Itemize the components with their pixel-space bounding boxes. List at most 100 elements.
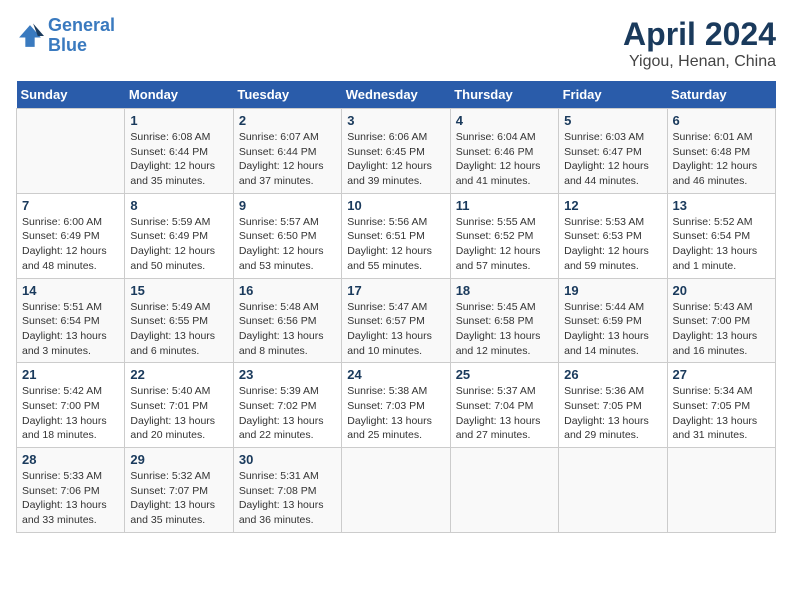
day-info: Sunrise: 5:42 AM Sunset: 7:00 PM Dayligh… (22, 384, 119, 443)
logo-icon (16, 22, 44, 50)
calendar-cell: 1 Sunrise: 6:08 AM Sunset: 6:44 PM Daylig… (125, 109, 233, 194)
calendar-cell: 17 Sunrise: 5:47 AM Sunset: 6:57 PM Dayli… (342, 278, 450, 363)
calendar-cell: 27 Sunrise: 5:34 AM Sunset: 7:05 PM Dayli… (667, 363, 775, 448)
day-number: 1 (130, 113, 227, 128)
calendar-cell: 20 Sunrise: 5:43 AM Sunset: 7:00 PM Dayli… (667, 278, 775, 363)
calendar-week-5: 28 Sunrise: 5:33 AM Sunset: 7:06 PM Dayli… (17, 448, 776, 533)
day-number: 5 (564, 113, 661, 128)
day-info: Sunrise: 6:01 AM Sunset: 6:48 PM Dayligh… (673, 130, 770, 189)
calendar-cell: 8Sunrise: 5:59 AM Sunset: 6:49 PM Daylig… (125, 193, 233, 278)
calendar-cell: 10 Sunrise: 5:56 AM Sunset: 6:51 PM Dayli… (342, 193, 450, 278)
logo: General Blue (16, 16, 115, 56)
day-info: Sunrise: 5:53 AM Sunset: 6:53 PM Dayligh… (564, 215, 661, 274)
calendar-cell: 16Sunrise: 5:48 AM Sunset: 6:56 PM Dayli… (233, 278, 341, 363)
calendar-cell: 12 Sunrise: 5:53 AM Sunset: 6:53 PM Dayli… (559, 193, 667, 278)
day-number: 22 (130, 367, 227, 382)
calendar-cell: 23 Sunrise: 5:39 AM Sunset: 7:02 PM Dayli… (233, 363, 341, 448)
calendar-cell: 21 Sunrise: 5:42 AM Sunset: 7:00 PM Dayli… (17, 363, 125, 448)
day-info: Sunrise: 6:00 AM Sunset: 6:49 PM Dayligh… (22, 215, 119, 274)
calendar-cell: 3 Sunrise: 6:06 AM Sunset: 6:45 PM Daylig… (342, 109, 450, 194)
day-info: Sunrise: 5:37 AM Sunset: 7:04 PM Dayligh… (456, 384, 553, 443)
day-info: Sunrise: 5:32 AM Sunset: 7:07 PM Dayligh… (130, 469, 227, 528)
day-number: 3 (347, 113, 444, 128)
calendar-cell: 6Sunrise: 6:01 AM Sunset: 6:48 PM Daylig… (667, 109, 775, 194)
calendar-cell: 11 Sunrise: 5:55 AM Sunset: 6:52 PM Dayli… (450, 193, 558, 278)
page-header: General Blue April 2024 Yigou, Henan, Ch… (16, 16, 776, 71)
day-number: 21 (22, 367, 119, 382)
calendar-cell: 4 Sunrise: 6:04 AM Sunset: 6:46 PM Daylig… (450, 109, 558, 194)
calendar-week-3: 14 Sunrise: 5:51 AM Sunset: 6:54 PM Dayli… (17, 278, 776, 363)
logo-line1: General (48, 15, 115, 35)
calendar-cell: 22 Sunrise: 5:40 AM Sunset: 7:01 PM Dayli… (125, 363, 233, 448)
header-day-monday: Monday (125, 81, 233, 109)
day-number: 29 (130, 452, 227, 467)
day-number: 19 (564, 283, 661, 298)
day-info: Sunrise: 5:38 AM Sunset: 7:03 PM Dayligh… (347, 384, 444, 443)
day-number: 11 (456, 198, 553, 213)
calendar-cell (342, 448, 450, 533)
calendar-cell: 9 Sunrise: 5:57 AM Sunset: 6:50 PM Daylig… (233, 193, 341, 278)
day-info: Sunrise: 5:40 AM Sunset: 7:01 PM Dayligh… (130, 384, 227, 443)
day-number: 23 (239, 367, 336, 382)
calendar-week-1: 1 Sunrise: 6:08 AM Sunset: 6:44 PM Daylig… (17, 109, 776, 194)
logo-line2: Blue (48, 35, 87, 55)
day-number: 12 (564, 198, 661, 213)
day-info: Sunrise: 5:49 AM Sunset: 6:55 PM Dayligh… (130, 300, 227, 359)
header-day-friday: Friday (559, 81, 667, 109)
day-info: Sunrise: 6:04 AM Sunset: 6:46 PM Dayligh… (456, 130, 553, 189)
day-info: Sunrise: 5:33 AM Sunset: 7:06 PM Dayligh… (22, 469, 119, 528)
header-day-saturday: Saturday (667, 81, 775, 109)
day-number: 14 (22, 283, 119, 298)
day-info: Sunrise: 5:48 AM Sunset: 6:56 PM Dayligh… (239, 300, 336, 359)
day-info: Sunrise: 6:08 AM Sunset: 6:44 PM Dayligh… (130, 130, 227, 189)
main-title: April 2024 (623, 16, 776, 53)
day-number: 26 (564, 367, 661, 382)
day-info: Sunrise: 6:03 AM Sunset: 6:47 PM Dayligh… (564, 130, 661, 189)
day-number: 28 (22, 452, 119, 467)
day-number: 10 (347, 198, 444, 213)
day-number: 2 (239, 113, 336, 128)
day-number: 4 (456, 113, 553, 128)
day-number: 25 (456, 367, 553, 382)
day-number: 18 (456, 283, 553, 298)
day-number: 24 (347, 367, 444, 382)
day-info: Sunrise: 6:06 AM Sunset: 6:45 PM Dayligh… (347, 130, 444, 189)
day-number: 20 (673, 283, 770, 298)
calendar-cell (450, 448, 558, 533)
title-block: April 2024 Yigou, Henan, China (623, 16, 776, 71)
calendar-week-2: 7 Sunrise: 6:00 AM Sunset: 6:49 PM Daylig… (17, 193, 776, 278)
subtitle: Yigou, Henan, China (623, 53, 776, 71)
day-info: Sunrise: 5:47 AM Sunset: 6:57 PM Dayligh… (347, 300, 444, 359)
calendar-cell: 19 Sunrise: 5:44 AM Sunset: 6:59 PM Dayli… (559, 278, 667, 363)
day-info: Sunrise: 5:56 AM Sunset: 6:51 PM Dayligh… (347, 215, 444, 274)
calendar-table: SundayMondayTuesdayWednesdayThursdayFrid… (16, 81, 776, 533)
day-info: Sunrise: 5:31 AM Sunset: 7:08 PM Dayligh… (239, 469, 336, 528)
calendar-cell: 18 Sunrise: 5:45 AM Sunset: 6:58 PM Dayli… (450, 278, 558, 363)
day-info: Sunrise: 5:45 AM Sunset: 6:58 PM Dayligh… (456, 300, 553, 359)
calendar-cell: 5 Sunrise: 6:03 AM Sunset: 6:47 PM Daylig… (559, 109, 667, 194)
calendar-cell: 30Sunrise: 5:31 AM Sunset: 7:08 PM Dayli… (233, 448, 341, 533)
day-info: Sunrise: 5:55 AM Sunset: 6:52 PM Dayligh… (456, 215, 553, 274)
day-info: Sunrise: 5:43 AM Sunset: 7:00 PM Dayligh… (673, 300, 770, 359)
day-number: 7 (22, 198, 119, 213)
calendar-cell: 29 Sunrise: 5:32 AM Sunset: 7:07 PM Dayli… (125, 448, 233, 533)
calendar-cell: 28 Sunrise: 5:33 AM Sunset: 7:06 PM Dayli… (17, 448, 125, 533)
calendar-cell: 24 Sunrise: 5:38 AM Sunset: 7:03 PM Dayli… (342, 363, 450, 448)
day-info: Sunrise: 5:52 AM Sunset: 6:54 PM Dayligh… (673, 215, 770, 274)
day-info: Sunrise: 5:59 AM Sunset: 6:49 PM Dayligh… (130, 215, 227, 274)
day-info: Sunrise: 5:57 AM Sunset: 6:50 PM Dayligh… (239, 215, 336, 274)
day-number: 17 (347, 283, 444, 298)
day-info: Sunrise: 5:34 AM Sunset: 7:05 PM Dayligh… (673, 384, 770, 443)
day-number: 27 (673, 367, 770, 382)
day-number: 9 (239, 198, 336, 213)
day-info: Sunrise: 5:44 AM Sunset: 6:59 PM Dayligh… (564, 300, 661, 359)
logo-text: General Blue (48, 16, 115, 56)
header-day-thursday: Thursday (450, 81, 558, 109)
day-info: Sunrise: 5:36 AM Sunset: 7:05 PM Dayligh… (564, 384, 661, 443)
day-info: Sunrise: 5:39 AM Sunset: 7:02 PM Dayligh… (239, 384, 336, 443)
day-info: Sunrise: 6:07 AM Sunset: 6:44 PM Dayligh… (239, 130, 336, 189)
header-day-sunday: Sunday (17, 81, 125, 109)
day-info: Sunrise: 5:51 AM Sunset: 6:54 PM Dayligh… (22, 300, 119, 359)
calendar-cell: 7 Sunrise: 6:00 AM Sunset: 6:49 PM Daylig… (17, 193, 125, 278)
calendar-cell: 2 Sunrise: 6:07 AM Sunset: 6:44 PM Daylig… (233, 109, 341, 194)
